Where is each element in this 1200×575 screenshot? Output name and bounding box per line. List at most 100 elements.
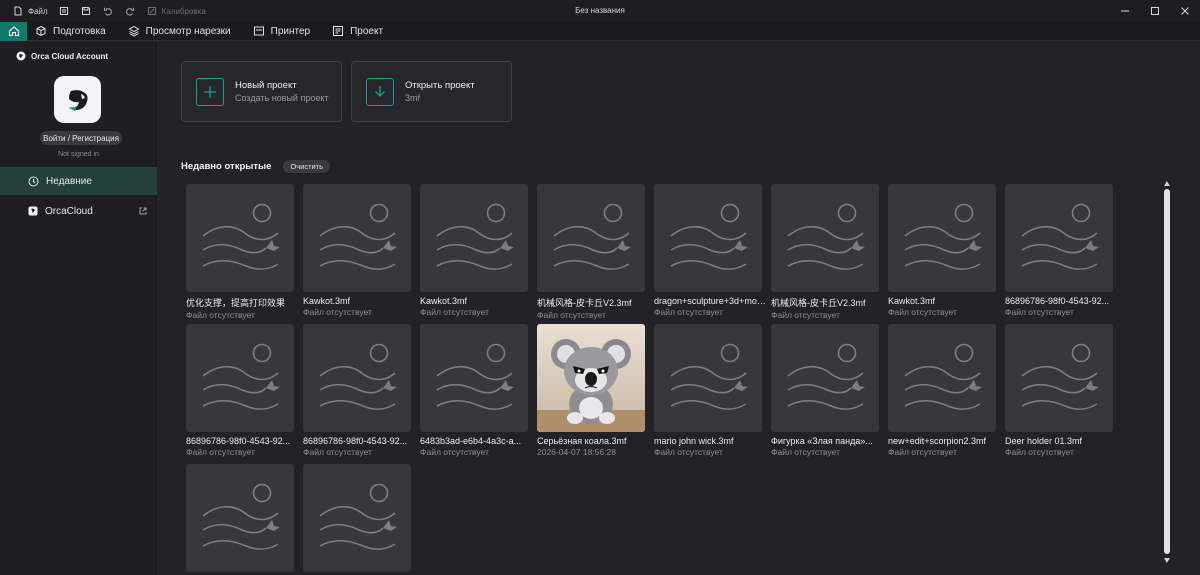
sidebar-item-label: OrcaCloud: [45, 205, 93, 217]
plus-icon: [196, 77, 224, 106]
image-placeholder-icon: [436, 343, 514, 410]
file-thumbnail: [303, 324, 411, 432]
file-thumbnail: [888, 184, 996, 292]
file-status: 2026-04-07 18:56:28: [537, 447, 616, 457]
new-project-title: Новый проект: [235, 80, 297, 91]
image-placeholder-icon: [670, 343, 748, 410]
file-status: Файл отсутствует: [888, 307, 957, 317]
login-register-button[interactable]: Войти / Регистрация: [40, 131, 122, 145]
redo-icon: [124, 5, 136, 17]
recent-file-tile[interactable]: new+edit+scorpion2.3mf Файл отсутствует: [888, 324, 996, 457]
maximize-icon: [1151, 7, 1159, 15]
title-bar: Файл Калибровка Без названия: [0, 0, 1200, 22]
file-status: Файл отсутствует: [186, 447, 255, 457]
redo-button[interactable]: [120, 0, 142, 22]
recent-file-tile[interactable]: [186, 464, 294, 575]
undo-button[interactable]: [98, 0, 120, 22]
undo-icon: [102, 5, 114, 17]
sidebar-item-orcacloud[interactable]: OrcaCloud: [0, 197, 157, 225]
recent-file-tile[interactable]: 86896786-98f0-4543-92... Файл отсутствует: [303, 324, 411, 457]
save-icon: [80, 5, 92, 17]
avatar[interactable]: [54, 76, 101, 123]
recent-file-tile[interactable]: mario john wick.3mf Файл отсутствует: [654, 324, 762, 457]
tab-preview[interactable]: Просмотр нарезки: [120, 22, 245, 41]
recent-file-tile[interactable]: 优化支撑，提高打印效果 Файл отсутствует: [186, 184, 294, 320]
recent-file-tile[interactable]: [303, 464, 411, 575]
new-project-card[interactable]: Новый проект Создать новый проект: [181, 61, 342, 122]
layers-icon: [128, 25, 140, 37]
minimize-button[interactable]: [1110, 0, 1140, 22]
close-button[interactable]: [1170, 0, 1200, 22]
file-name: Deer holder 01.3mf: [1005, 436, 1083, 446]
sidebar-item-label: Недавние: [46, 175, 92, 187]
recent-file-tile[interactable]: Kawkot.3mf Файл отсутствует: [303, 184, 411, 317]
home-tab[interactable]: [0, 21, 27, 41]
recent-file-tile[interactable]: 机械风格-皮卡丘V2.3mf Файл отсутствует: [771, 184, 879, 320]
file-name: Kawkot.3mf: [303, 296, 351, 306]
file-thumbnail: [654, 324, 762, 432]
recent-file-tile[interactable]: dragon+sculpture+3d+model Файл отсутствуе…: [654, 184, 766, 317]
file-status: Файл отсутствует: [537, 310, 606, 320]
main-content: Новый проект Создать новый проект Открыт…: [158, 42, 1200, 575]
open-project-title: Открыть проект: [405, 80, 475, 91]
clock-icon: [28, 176, 39, 186]
image-placeholder-icon: [202, 483, 280, 550]
file-thumbnail: [771, 184, 879, 292]
tab-printer[interactable]: Принтер: [245, 22, 324, 41]
scrollbar[interactable]: [1162, 179, 1172, 564]
clear-recent-button[interactable]: Очистить: [283, 160, 331, 173]
scroll-up-icon[interactable]: [1162, 179, 1172, 187]
scrollbar-thumb[interactable]: [1164, 189, 1170, 554]
file-status: Файл отсутствует: [186, 310, 255, 320]
orca-logo-icon: [28, 206, 38, 216]
file-name: new+edit+scorpion2.3mf: [888, 436, 987, 446]
download-icon: [366, 77, 394, 106]
image-placeholder-icon: [319, 483, 397, 550]
maximize-button[interactable]: [1140, 0, 1170, 22]
file-thumbnail: [654, 184, 762, 292]
menu-list-button[interactable]: [54, 0, 76, 22]
file-status: Файл отсутствует: [420, 307, 489, 317]
recent-file-tile[interactable]: Фигурка «Злая панда»... Файл отсутствует: [771, 324, 879, 457]
file-name: Серьёзная коала.3mf: [537, 436, 627, 446]
recent-file-tile[interactable]: 86896786-98f0-4543-92... Файл отсутствует: [1005, 184, 1113, 317]
file-status: Файл отсутствует: [771, 310, 840, 320]
file-name: 86896786-98f0-4543-92...: [1005, 296, 1110, 306]
file-thumbnail: [888, 324, 996, 432]
image-placeholder-icon: [319, 203, 397, 270]
file-status: Файл отсутствует: [420, 447, 489, 457]
file-thumbnail: [537, 184, 645, 292]
image-placeholder-icon: [787, 343, 865, 410]
file-status: Файл отсутствует: [771, 447, 840, 457]
tab-prepare[interactable]: Подготовка: [27, 22, 120, 41]
recent-file-tile[interactable]: Серьёзная коала.3mf 2026-04-07 18:56:28: [537, 324, 645, 457]
tab-project[interactable]: Проект: [324, 22, 397, 41]
account-header: Orca Cloud Account: [16, 51, 108, 61]
file-thumbnail: [303, 184, 411, 292]
close-icon: [1181, 7, 1189, 15]
save-button[interactable]: [76, 0, 98, 22]
file-name: 优化支撑，提高打印效果: [186, 298, 286, 308]
project-icon: [333, 26, 344, 36]
open-project-card[interactable]: Открыть проект 3mf: [351, 61, 512, 122]
sidebar: Orca Cloud Account Войти / Регистрация N…: [0, 42, 157, 575]
file-status: Файл отсутствует: [1005, 447, 1074, 457]
recent-file-tile[interactable]: 6483b3ad-e6b4-4a3c-a... Файл отсутствует: [420, 324, 528, 457]
recent-files-grid: 优化支撑，提高打印效果 Файл отсутствует Kawkot.3mf Фай…: [186, 184, 1126, 575]
recent-file-tile[interactable]: 机械风格-皮卡丘V2.3mf Файл отсутствует: [537, 184, 645, 320]
recent-file-tile[interactable]: Kawkot.3mf Файл отсутствует: [420, 184, 528, 317]
recent-file-tile[interactable]: 86896786-98f0-4543-92... Файл отсутствует: [186, 324, 294, 457]
open-project-subtitle: 3mf: [405, 93, 421, 103]
recent-file-tile[interactable]: Deer holder 01.3mf Файл отсутствует: [1005, 324, 1113, 457]
tab-printer-label: Принтер: [270, 25, 311, 37]
file-thumbnail: [420, 324, 528, 432]
scroll-down-icon[interactable]: [1162, 556, 1172, 564]
file-menu[interactable]: Файл: [8, 0, 54, 22]
recent-file-tile[interactable]: Kawkot.3mf Файл отсутствует: [888, 184, 996, 317]
file-thumbnail: [1005, 324, 1113, 432]
calibration-menu[interactable]: Калибровка: [142, 0, 212, 22]
image-placeholder-icon: [904, 203, 982, 270]
file-icon: [12, 5, 24, 17]
sidebar-item-recent[interactable]: Недавние: [0, 167, 157, 195]
account-title: Orca Cloud Account: [31, 51, 109, 61]
